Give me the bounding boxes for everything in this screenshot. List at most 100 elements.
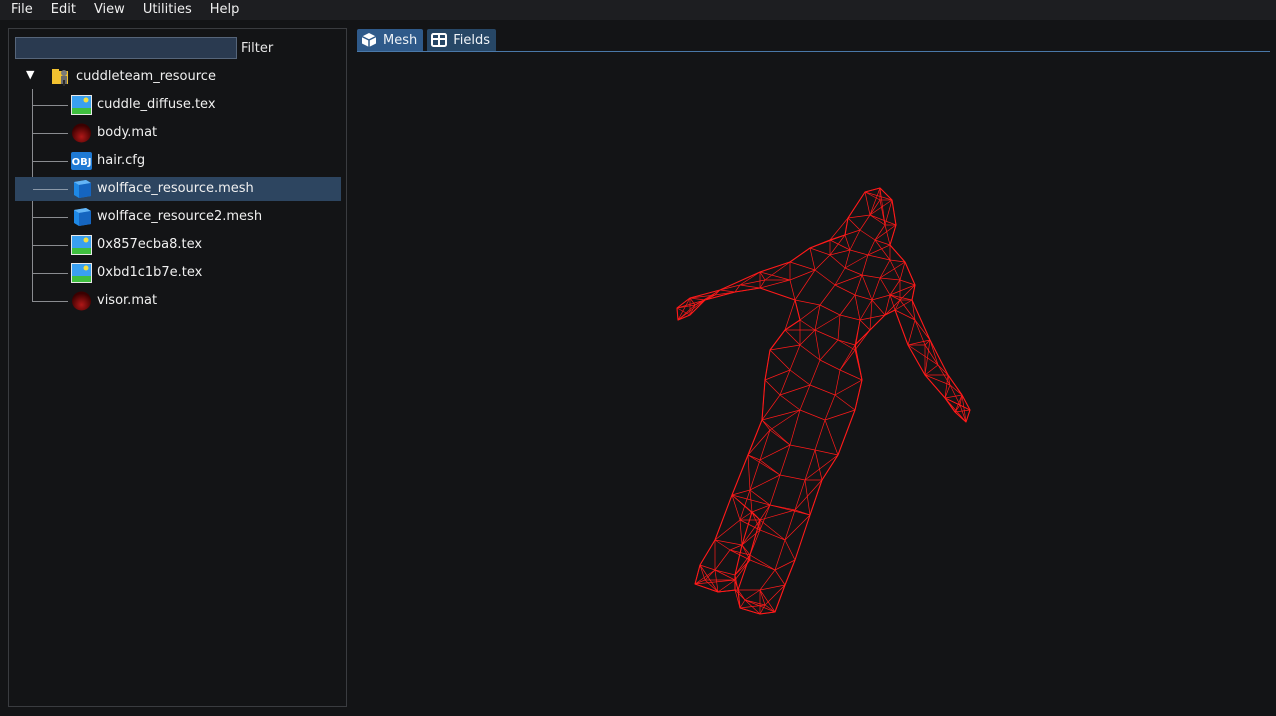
mesh-edge	[804, 454, 839, 481]
mesh-edge	[871, 299, 886, 316]
mesh-edge	[747, 454, 751, 491]
mesh-wireframe	[676, 187, 971, 615]
tree-item-label: cuddle_diffuse.tex	[97, 97, 216, 112]
mesh-edge	[824, 419, 839, 456]
mesh-edge	[884, 294, 891, 316]
mesh-edge	[789, 261, 816, 271]
image-icon	[71, 263, 92, 283]
table-icon	[431, 33, 448, 47]
mesh-edge	[694, 579, 736, 585]
tree-item-0x857ecba8-tex[interactable]: 0x857ecba8.tex	[15, 233, 341, 257]
tree-item-label: 0xbd1c1b7e.tex	[97, 265, 203, 280]
mesh-edge	[719, 289, 736, 293]
tree-branch-line	[33, 217, 68, 218]
mesh-edge	[847, 191, 866, 219]
tab-fields-label: Fields	[453, 32, 491, 48]
mesh-edge	[744, 589, 761, 601]
mesh-edge	[769, 349, 791, 371]
menu-bar: File Edit View Utilities Help	[0, 0, 1276, 20]
mesh-edge	[854, 274, 863, 296]
tree-item-body-mat[interactable]: body.mat	[15, 121, 341, 145]
mesh-edge	[814, 254, 831, 271]
mesh-edge	[907, 319, 916, 346]
mesh-edge	[821, 454, 839, 481]
mesh-edge	[874, 224, 886, 241]
mesh-edge	[849, 249, 869, 256]
tree-branch-line	[33, 161, 68, 162]
mesh-edge	[779, 474, 806, 481]
mesh-edge	[819, 359, 841, 371]
mesh-edge	[769, 344, 801, 351]
mesh-edge	[764, 349, 771, 381]
mesh-edge	[834, 267, 846, 286]
mesh-edge	[859, 229, 876, 241]
tree-item-cuddle-diffuse-tex[interactable]: cuddle_diffuse.tex	[15, 93, 341, 117]
mesh-edge	[864, 191, 871, 216]
mesh-edge	[694, 583, 719, 593]
menu-file[interactable]: File	[0, 0, 41, 20]
expand-toggle-icon[interactable]: ▼	[26, 69, 38, 81]
mesh-edge	[814, 314, 841, 331]
mesh-edge	[871, 294, 891, 301]
tab-fields[interactable]: Fields	[427, 29, 497, 51]
image-icon	[71, 95, 92, 115]
mesh-edge	[804, 479, 811, 516]
mesh-edge	[714, 549, 731, 571]
menu-help[interactable]: Help	[200, 0, 248, 20]
mesh-edge	[814, 419, 826, 451]
mesh-edge	[809, 247, 831, 256]
mesh-edge	[779, 394, 801, 411]
mesh-edge	[834, 284, 856, 296]
mesh-edge	[809, 359, 821, 386]
mesh-edge	[799, 329, 816, 346]
mesh-edge	[809, 479, 823, 516]
mesh-edge	[677, 299, 706, 321]
tree-item-label: wolfface_resource2.mesh	[97, 209, 263, 224]
mesh-edge	[729, 544, 743, 551]
mesh-edge	[739, 489, 751, 521]
tab-mesh-label: Mesh	[383, 32, 418, 48]
mesh-edge	[731, 489, 751, 496]
mesh-edge	[739, 599, 746, 609]
mesh-edge	[854, 294, 873, 301]
mesh-cube-icon	[74, 180, 91, 198]
mesh-edge	[764, 379, 781, 396]
filter-label: Filter	[241, 41, 274, 56]
mesh-edge	[809, 384, 836, 396]
obj-icon-text: OBJ	[72, 157, 92, 168]
mesh-edge	[794, 269, 816, 301]
mesh-edge	[854, 379, 863, 411]
mesh-edge	[889, 259, 906, 263]
mesh-edge	[837, 314, 841, 341]
menu-view[interactable]: View	[84, 0, 133, 20]
menu-utilities[interactable]: Utilities	[133, 0, 200, 20]
tree-item-wolfface-resource2-mesh[interactable]: wolfface_resource2.mesh	[15, 205, 341, 229]
menu-edit[interactable]: Edit	[41, 0, 84, 20]
mesh-edge	[814, 304, 821, 331]
tab-mesh[interactable]: Mesh	[357, 29, 424, 51]
tree-item-visor-mat[interactable]: visor.mat	[15, 289, 341, 313]
filter-input[interactable]	[15, 37, 237, 59]
mesh-edge	[847, 214, 871, 219]
mesh-edge	[759, 529, 786, 541]
mesh-edge	[751, 511, 761, 531]
mesh-edge	[677, 297, 691, 321]
mesh-edge	[794, 479, 806, 511]
image-icon	[71, 235, 92, 255]
tree-item-hair-cfg[interactable]: OBJ hair.cfg	[15, 149, 341, 173]
mesh-edge	[884, 309, 896, 316]
mesh-edge	[789, 369, 811, 386]
mesh-edge	[864, 187, 881, 193]
mesh-edge	[814, 269, 836, 286]
material-sphere-icon	[72, 123, 91, 143]
mesh-edge	[769, 504, 811, 516]
mesh-viewport[interactable]	[357, 52, 1276, 712]
tree-item-0xbd1c1b7e-tex[interactable]: 0xbd1c1b7e.tex	[15, 261, 341, 285]
tree-root-label[interactable]: cuddleteam_resource	[76, 69, 216, 84]
mesh-edge	[689, 297, 706, 301]
tree-item-wolfface-resource-mesh[interactable]: wolfface_resource.mesh	[15, 177, 341, 201]
mesh-edge	[747, 419, 763, 456]
mesh-edge	[871, 277, 881, 301]
mesh-edge	[839, 314, 861, 321]
tree-branch-line	[33, 105, 68, 106]
